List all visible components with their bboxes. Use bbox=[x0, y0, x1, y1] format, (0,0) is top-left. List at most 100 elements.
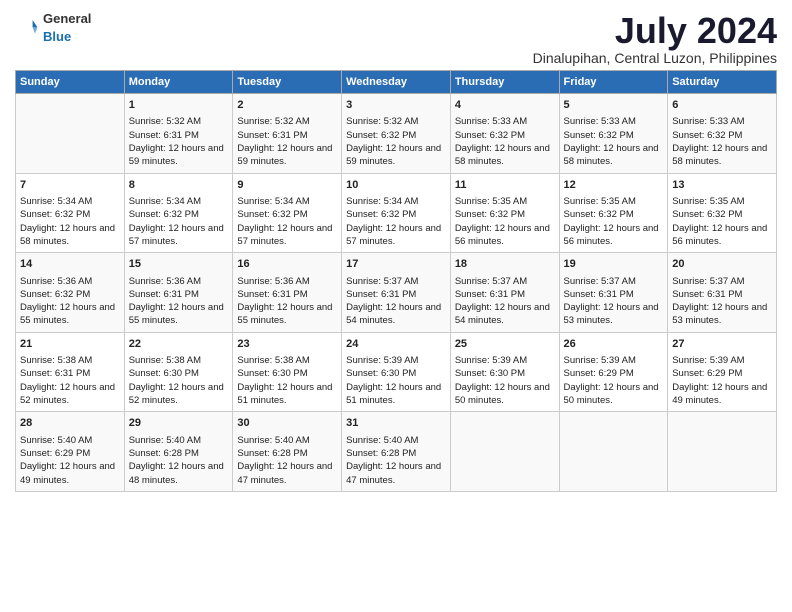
daylight-text: Daylight: 12 hours and 58 minutes. bbox=[564, 143, 659, 167]
calendar-table: SundayMondayTuesdayWednesdayThursdayFrid… bbox=[15, 70, 777, 492]
sunrise-text: Sunrise: 5:40 AM bbox=[237, 435, 309, 446]
sunrise-text: Sunrise: 5:36 AM bbox=[129, 276, 201, 287]
day-number: 6 bbox=[672, 98, 772, 113]
day-number: 11 bbox=[455, 178, 555, 193]
sunrise-text: Sunrise: 5:37 AM bbox=[346, 276, 418, 287]
sunrise-text: Sunrise: 5:34 AM bbox=[129, 196, 201, 207]
daylight-text: Daylight: 12 hours and 58 minutes. bbox=[455, 143, 550, 167]
sunset-text: Sunset: 6:32 PM bbox=[672, 209, 742, 220]
sunrise-text: Sunrise: 5:33 AM bbox=[564, 116, 636, 127]
sunrise-text: Sunrise: 5:34 AM bbox=[237, 196, 309, 207]
daylight-text: Daylight: 12 hours and 56 minutes. bbox=[672, 223, 767, 247]
calendar-cell: 20Sunrise: 5:37 AMSunset: 6:31 PMDayligh… bbox=[668, 253, 777, 333]
day-number: 25 bbox=[455, 337, 555, 352]
sunset-text: Sunset: 6:30 PM bbox=[455, 368, 525, 379]
sunset-text: Sunset: 6:31 PM bbox=[346, 289, 416, 300]
day-number: 3 bbox=[346, 98, 446, 113]
sunrise-text: Sunrise: 5:33 AM bbox=[455, 116, 527, 127]
daylight-text: Daylight: 12 hours and 49 minutes. bbox=[20, 461, 115, 485]
calendar-cell: 22Sunrise: 5:38 AMSunset: 6:30 PMDayligh… bbox=[124, 332, 233, 412]
day-number: 8 bbox=[129, 178, 229, 193]
sunrise-text: Sunrise: 5:39 AM bbox=[564, 355, 636, 366]
sunrise-text: Sunrise: 5:35 AM bbox=[455, 196, 527, 207]
header-row: SundayMondayTuesdayWednesdayThursdayFrid… bbox=[16, 71, 777, 94]
logo-text: General Blue bbox=[43, 10, 91, 46]
sunset-text: Sunset: 6:30 PM bbox=[346, 368, 416, 379]
day-number: 24 bbox=[346, 337, 446, 352]
daylight-text: Daylight: 12 hours and 54 minutes. bbox=[455, 302, 550, 326]
calendar-cell: 30Sunrise: 5:40 AMSunset: 6:28 PMDayligh… bbox=[233, 412, 342, 492]
sunset-text: Sunset: 6:32 PM bbox=[672, 130, 742, 141]
day-number: 20 bbox=[672, 257, 772, 272]
sunset-text: Sunset: 6:29 PM bbox=[564, 368, 634, 379]
header: General Blue July 2024 Dinalupihan, Cent… bbox=[15, 10, 777, 66]
daylight-text: Daylight: 12 hours and 50 minutes. bbox=[455, 382, 550, 406]
day-number: 13 bbox=[672, 178, 772, 193]
daylight-text: Daylight: 12 hours and 55 minutes. bbox=[237, 302, 332, 326]
sunrise-text: Sunrise: 5:40 AM bbox=[129, 435, 201, 446]
sunset-text: Sunset: 6:31 PM bbox=[672, 289, 742, 300]
calendar-cell: 8 Sunrise: 5:34 AM Sunset: 6:32 PM Daylight… bbox=[124, 173, 233, 253]
calendar-cell: 16Sunrise: 5:36 AMSunset: 6:31 PMDayligh… bbox=[233, 253, 342, 333]
calendar-cell: 25Sunrise: 5:39 AMSunset: 6:30 PMDayligh… bbox=[450, 332, 559, 412]
sunrise-text: Sunrise: 5:38 AM bbox=[20, 355, 92, 366]
sunrise-text: Sunrise: 5:35 AM bbox=[564, 196, 636, 207]
sunset-text: Sunset: 6:31 PM bbox=[129, 130, 199, 141]
sunset-text: Sunset: 6:32 PM bbox=[455, 130, 525, 141]
daylight-text: Daylight: 12 hours and 51 minutes. bbox=[346, 382, 441, 406]
sunrise-text: Sunrise: 5:37 AM bbox=[455, 276, 527, 287]
daylight-text: Daylight: 12 hours and 57 minutes. bbox=[346, 223, 441, 247]
week-row-1: 7Sunrise: 5:34 AMSunset: 6:32 PMDaylight… bbox=[16, 173, 777, 253]
daylight-text: Daylight: 12 hours and 54 minutes. bbox=[346, 302, 441, 326]
day-number: 27 bbox=[672, 337, 772, 352]
sunset-text: Sunset: 6:28 PM bbox=[237, 448, 307, 459]
logo: General Blue bbox=[15, 10, 91, 46]
daylight-text: Daylight: 12 hours and 58 minutes. bbox=[20, 223, 115, 247]
sunrise-text: Sunrise: 5:32 AM bbox=[346, 116, 418, 127]
calendar-cell: 3Sunrise: 5:32 AMSunset: 6:32 PMDaylight… bbox=[342, 94, 451, 174]
day-number: 14 bbox=[20, 257, 120, 272]
day-number: 28 bbox=[20, 416, 120, 431]
calendar-cell: 14Sunrise: 5:36 AMSunset: 6:32 PMDayligh… bbox=[16, 253, 125, 333]
sunset-text: Sunset: 6:29 PM bbox=[672, 368, 742, 379]
week-row-0: 1Sunrise: 5:32 AMSunset: 6:31 PMDaylight… bbox=[16, 94, 777, 174]
calendar-cell: 13Sunrise: 5:35 AMSunset: 6:32 PMDayligh… bbox=[668, 173, 777, 253]
day-number: 16 bbox=[237, 257, 337, 272]
daylight-text: Daylight: 12 hours and 56 minutes. bbox=[564, 223, 659, 247]
logo-icon bbox=[15, 16, 39, 40]
sunset-text: Sunset: 6:32 PM bbox=[129, 209, 199, 220]
sunrise-text: Sunrise: 5:34 AM bbox=[346, 196, 418, 207]
daylight-text: Daylight: 12 hours and 57 minutes. bbox=[237, 223, 332, 247]
sunrise-text: Sunrise: 5:37 AM bbox=[564, 276, 636, 287]
header-cell-friday: Friday bbox=[559, 71, 668, 94]
daylight-text: Daylight: 12 hours and 52 minutes. bbox=[129, 382, 224, 406]
daylight-text: Daylight: 12 hours and 47 minutes. bbox=[346, 461, 441, 485]
daylight-text: Daylight: 12 hours and 52 minutes. bbox=[20, 382, 115, 406]
daylight-text: Daylight: 12 hours and 55 minutes. bbox=[20, 302, 115, 326]
calendar-cell: 28Sunrise: 5:40 AMSunset: 6:29 PMDayligh… bbox=[16, 412, 125, 492]
day-number: 17 bbox=[346, 257, 446, 272]
day-number: 29 bbox=[129, 416, 229, 431]
sunset-text: Sunset: 6:29 PM bbox=[20, 448, 90, 459]
calendar-cell: 11Sunrise: 5:35 AMSunset: 6:32 PMDayligh… bbox=[450, 173, 559, 253]
sunrise-text: Sunrise: 5:34 AM bbox=[20, 196, 92, 207]
calendar-cell: 6Sunrise: 5:33 AMSunset: 6:32 PMDaylight… bbox=[668, 94, 777, 174]
calendar-cell: 5Sunrise: 5:33 AMSunset: 6:32 PMDaylight… bbox=[559, 94, 668, 174]
daylight-text: Daylight: 12 hours and 57 minutes. bbox=[129, 223, 224, 247]
calendar-header: SundayMondayTuesdayWednesdayThursdayFrid… bbox=[16, 71, 777, 94]
calendar-cell: 24Sunrise: 5:39 AMSunset: 6:30 PMDayligh… bbox=[342, 332, 451, 412]
day-number: 30 bbox=[237, 416, 337, 431]
day-number: 15 bbox=[129, 257, 229, 272]
sunset-text: Sunset: 6:32 PM bbox=[346, 130, 416, 141]
day-number: 23 bbox=[237, 337, 337, 352]
header-cell-wednesday: Wednesday bbox=[342, 71, 451, 94]
calendar-cell: 9Sunrise: 5:34 AMSunset: 6:32 PMDaylight… bbox=[233, 173, 342, 253]
calendar-cell: 27Sunrise: 5:39 AMSunset: 6:29 PMDayligh… bbox=[668, 332, 777, 412]
logo-general: General bbox=[43, 11, 91, 26]
sunset-text: Sunset: 6:30 PM bbox=[129, 368, 199, 379]
calendar-cell: 18Sunrise: 5:37 AMSunset: 6:31 PMDayligh… bbox=[450, 253, 559, 333]
day-number: 18 bbox=[455, 257, 555, 272]
day-number: 31 bbox=[346, 416, 446, 431]
daylight-text: Daylight: 12 hours and 51 minutes. bbox=[237, 382, 332, 406]
sunset-text: Sunset: 6:31 PM bbox=[129, 289, 199, 300]
